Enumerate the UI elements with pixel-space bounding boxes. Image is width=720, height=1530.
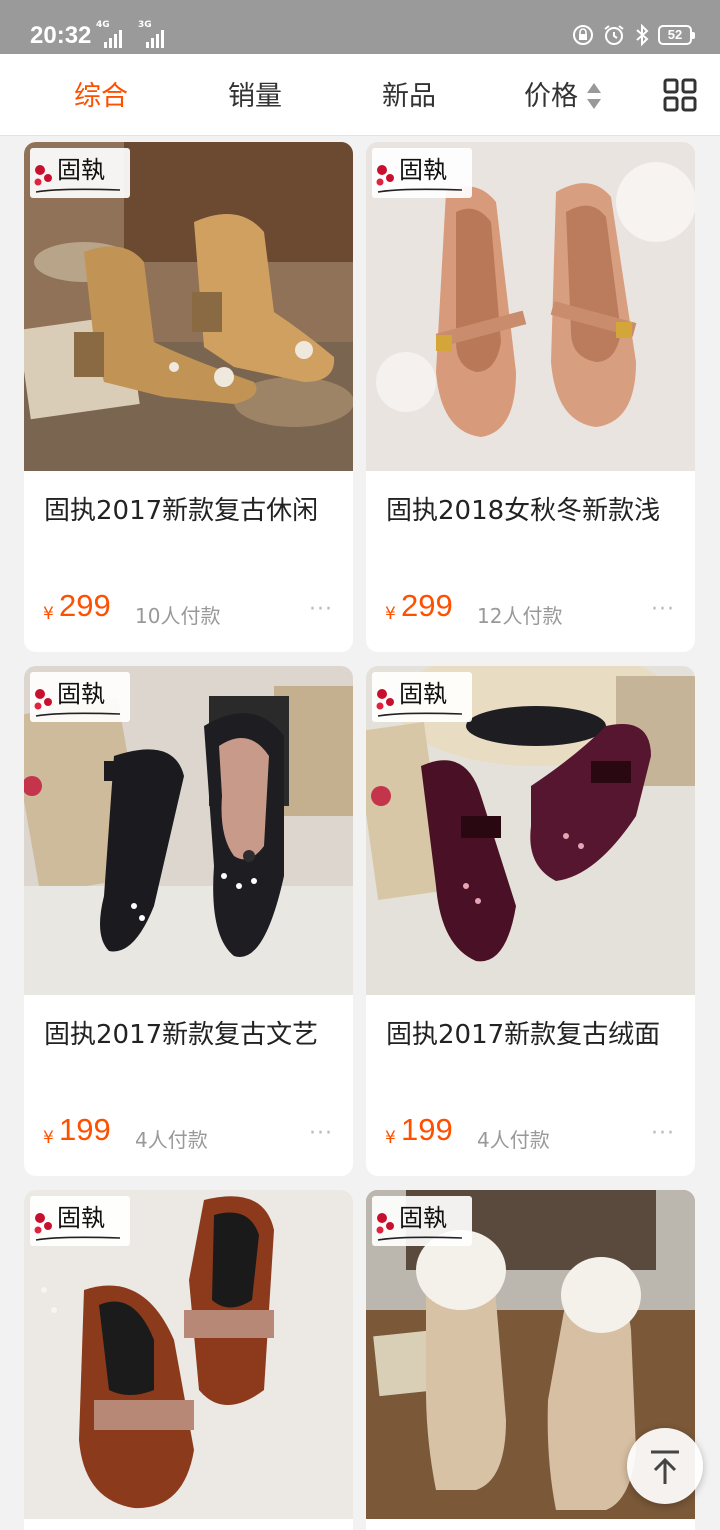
tab-new[interactable]: 新品 — [382, 54, 436, 136]
sales-count: 12人付款 — [477, 604, 563, 628]
tab-sales[interactable]: 销量 — [228, 54, 282, 136]
product-price: 299 — [59, 588, 111, 623]
status-time: 20:32 — [30, 22, 92, 49]
svg-text:固執: 固執 — [57, 156, 105, 184]
network-type-1: 4G — [96, 20, 110, 30]
currency-symbol: ¥ — [385, 1128, 396, 1148]
svg-text:固執: 固執 — [399, 156, 447, 184]
product-title[interactable]: 固执2017新款复古休闲 — [44, 490, 336, 527]
currency-symbol: ¥ — [43, 604, 54, 624]
sales-count: 10人付款 — [135, 604, 221, 628]
brand-logo: 固執 — [30, 1196, 130, 1246]
sales-count: 4人付款 — [477, 1128, 550, 1152]
product-price: 199 — [59, 1112, 111, 1147]
product-title[interactable]: 固执2017新款复古文艺 — [44, 1014, 336, 1051]
sales-count: 4人付款 — [135, 1128, 208, 1152]
signal-4g-icon: 4G — [96, 20, 122, 48]
product-card[interactable]: 固執 — [24, 1190, 353, 1530]
tab-comprehensive[interactable]: 综合 — [74, 54, 128, 136]
sort-arrows-icon — [587, 83, 601, 109]
svg-text:固執: 固執 — [399, 1204, 447, 1232]
product-image[interactable]: 固執 — [24, 142, 353, 471]
tab-price-label: 价格 — [524, 81, 578, 112]
product-price: 299 — [401, 588, 453, 623]
more-icon[interactable]: ··· — [651, 597, 675, 622]
lock-rotation-icon — [573, 25, 593, 45]
product-image[interactable]: 固執 — [366, 666, 695, 995]
product-card[interactable]: 固執 固执2017新款复古绒面 ¥ 199 4人付款 ··· — [366, 666, 695, 1176]
product-title[interactable]: 固执2018女秋冬新款浅 — [386, 490, 678, 527]
brand-logo: 固執 — [30, 148, 130, 198]
currency-symbol: ¥ — [43, 1128, 54, 1148]
product-card[interactable]: 固執 固执2018女秋冬新款浅 ¥ 299 12人付款 ··· — [366, 142, 695, 652]
back-to-top-button[interactable] — [627, 1428, 703, 1504]
product-image[interactable]: 固執 — [366, 142, 695, 471]
product-card[interactable]: 固執 固执2017新款复古文艺 ¥ 199 4人付款 ··· — [24, 666, 353, 1176]
sort-bar: 综合 销量 新品 价格 — [0, 54, 720, 136]
grid-layout-icon[interactable] — [663, 78, 697, 112]
product-image[interactable]: 固執 — [24, 1190, 353, 1519]
more-icon[interactable]: ··· — [651, 1121, 675, 1146]
more-icon[interactable]: ··· — [309, 1121, 333, 1146]
status-bar: 20:32 4G 3G 52 — [0, 0, 720, 54]
brand-logo: 固執 — [372, 1196, 472, 1246]
svg-text:固執: 固執 — [57, 1204, 105, 1232]
brand-logo: 固執 — [30, 672, 130, 722]
alarm-icon — [604, 25, 624, 45]
more-icon[interactable]: ··· — [309, 597, 333, 622]
tab-price[interactable]: 价格 — [524, 54, 601, 136]
brand-logo: 固執 — [372, 148, 472, 198]
product-card[interactable]: 固執 固执2017新款复古休闲 ¥ 299 10人付款 ··· — [24, 142, 353, 652]
network-type-2: 3G — [138, 20, 152, 30]
battery-icon: 52 — [658, 25, 695, 45]
svg-text:固執: 固執 — [57, 680, 105, 708]
svg-text:固執: 固執 — [399, 680, 447, 708]
signal-3g-icon: 3G — [138, 20, 164, 48]
product-title[interactable]: 固执2017新款复古绒面 — [386, 1014, 678, 1051]
arrow-up-icon — [651, 1450, 679, 1484]
product-price: 199 — [401, 1112, 453, 1147]
currency-symbol: ¥ — [385, 604, 396, 624]
bluetooth-icon — [636, 23, 649, 47]
product-image[interactable]: 固執 — [24, 666, 353, 995]
brand-logo: 固執 — [372, 672, 472, 722]
